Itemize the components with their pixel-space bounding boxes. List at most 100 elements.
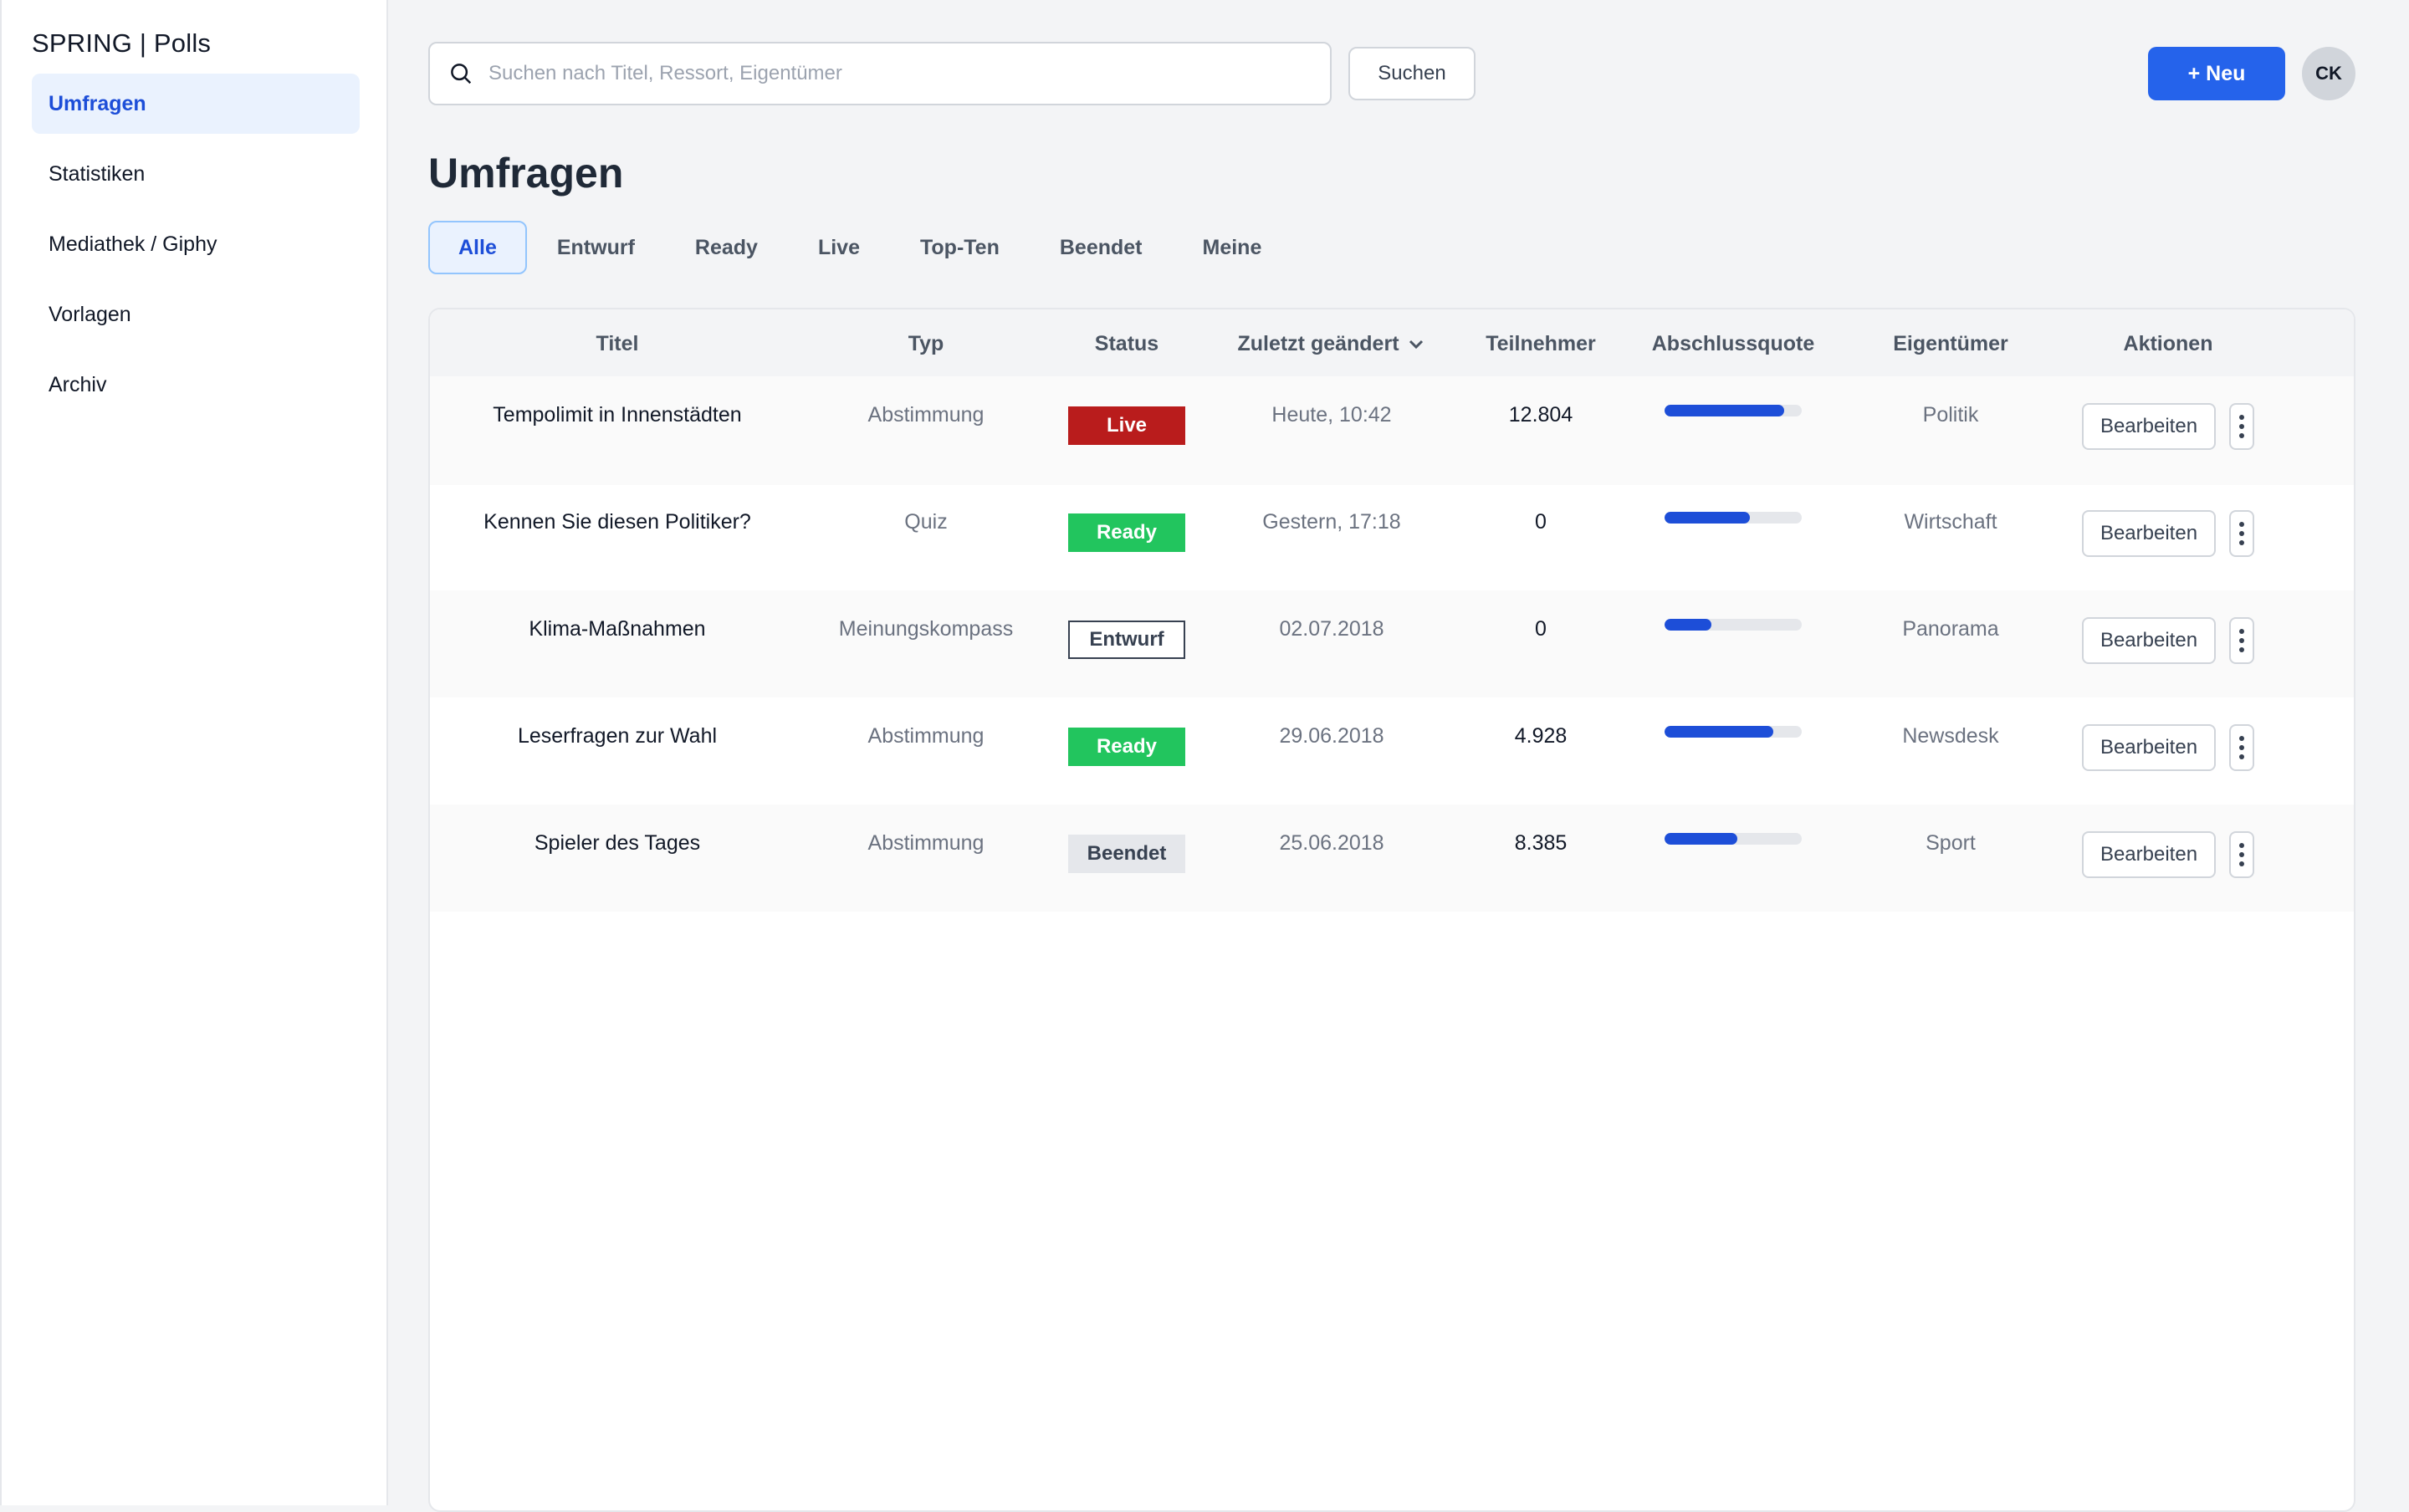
status-badge: Ready xyxy=(1068,513,1185,552)
status-badge: Entwurf xyxy=(1068,621,1185,659)
more-options-icon[interactable] xyxy=(2229,617,2254,664)
poll-owner: Newsdesk xyxy=(1902,724,1999,748)
more-options-icon[interactable] xyxy=(2229,510,2254,557)
tab-ready[interactable]: Ready xyxy=(665,221,788,274)
completion-bar xyxy=(1665,619,1802,631)
tab-top-ten[interactable]: Top-Ten xyxy=(890,221,1030,274)
edit-button[interactable]: Bearbeiten xyxy=(2082,724,2216,771)
column-header-title[interactable]: Titel xyxy=(430,309,805,378)
sidebar-item-vorlagen[interactable]: Vorlagen xyxy=(32,284,360,345)
sidebar-nav: Umfragen Statistiken Mediathek / Giphy V… xyxy=(32,74,360,425)
column-header-changed-label: Zuletzt geändert xyxy=(1237,331,1399,355)
completion-bar xyxy=(1665,512,1802,524)
search-button[interactable]: Suchen xyxy=(1348,47,1476,100)
poll-changed: Gestern, 17:18 xyxy=(1262,510,1401,534)
status-cell: Ready xyxy=(1047,483,1206,590)
table-row: Tempolimit in Innenstädten Abstimmung Li… xyxy=(430,376,2354,485)
poll-title[interactable]: Tempolimit in Innenstädten xyxy=(430,376,805,485)
poll-owner: Politik xyxy=(1922,403,1979,427)
column-header-type[interactable]: Typ xyxy=(805,309,1047,378)
tab-alle[interactable]: Alle xyxy=(428,221,527,274)
table-header: Titel Typ Status Zuletzt geändert Teilne… xyxy=(430,309,2354,378)
column-header-actions: Aktionen xyxy=(2123,331,2213,355)
status-badge: Ready xyxy=(1068,728,1185,766)
poll-participants: 12.804 xyxy=(1508,403,1573,427)
table-row: Spieler des Tages Abstimmung Beendet 25.… xyxy=(430,805,2354,912)
row-actions: Bearbeiten xyxy=(2059,805,2277,912)
page-title: Umfragen xyxy=(428,150,624,197)
poll-title[interactable]: Klima-Maßnahmen xyxy=(430,590,805,697)
avatar[interactable]: CK xyxy=(2302,47,2355,100)
sidebar-item-archiv[interactable]: Archiv xyxy=(32,355,360,415)
poll-owner: Wirtschaft xyxy=(1904,510,1997,534)
polls-table: Titel Typ Status Zuletzt geändert Teilne… xyxy=(428,308,2355,1512)
search-box xyxy=(428,42,1332,105)
filter-tabs: Alle Entwurf Ready Live Top-Ten Beendet … xyxy=(428,221,1291,274)
poll-owner: Sport xyxy=(1926,831,1976,855)
poll-participants: 0 xyxy=(1535,510,1547,534)
completion-bar-fill xyxy=(1665,512,1750,524)
completion-bar xyxy=(1665,726,1802,738)
table-row: Kennen Sie diesen Politiker? Quiz Ready … xyxy=(430,483,2354,590)
row-actions: Bearbeiten xyxy=(2059,376,2277,485)
new-poll-button[interactable]: + Neu xyxy=(2148,47,2285,100)
status-cell: Beendet xyxy=(1047,805,1206,912)
status-cell: Live xyxy=(1047,376,1206,485)
poll-title[interactable]: Leserfragen zur Wahl xyxy=(430,697,805,805)
more-options-icon[interactable] xyxy=(2229,831,2254,878)
sidebar-item-umfragen[interactable]: Umfragen xyxy=(32,74,360,134)
status-cell: Entwurf xyxy=(1047,590,1206,697)
edit-button[interactable]: Bearbeiten xyxy=(2082,510,2216,557)
status-badge: Live xyxy=(1068,406,1185,445)
poll-changed: 29.06.2018 xyxy=(1279,724,1384,748)
column-header-participants[interactable]: Teilnehmer xyxy=(1457,309,1624,378)
poll-type: Meinungskompass xyxy=(838,617,1014,641)
tab-meine[interactable]: Meine xyxy=(1173,221,1292,274)
poll-type: Abstimmung xyxy=(867,724,985,748)
column-header-owner[interactable]: Eigentümer xyxy=(1842,309,2059,378)
column-header-changed[interactable]: Zuletzt geändert xyxy=(1206,309,1457,378)
poll-type: Quiz xyxy=(904,510,948,534)
sidebar-item-mediathek[interactable]: Mediathek / Giphy xyxy=(32,214,360,274)
poll-changed: 02.07.2018 xyxy=(1279,617,1384,641)
poll-participants: 4.928 xyxy=(1514,724,1568,748)
completion-cell xyxy=(1624,697,1842,805)
completion-cell xyxy=(1624,590,1842,697)
completion-cell xyxy=(1624,376,1842,485)
status-badge: Beendet xyxy=(1068,835,1185,873)
more-options-icon[interactable] xyxy=(2229,724,2254,771)
row-actions: Bearbeiten xyxy=(2059,697,2277,805)
completion-cell xyxy=(1624,805,1842,912)
tab-live[interactable]: Live xyxy=(788,221,890,274)
edit-button[interactable]: Bearbeiten xyxy=(2082,403,2216,450)
table-row: Klima-Maßnahmen Meinungskompass Entwurf … xyxy=(430,590,2354,697)
app-brand: SPRING | Polls xyxy=(32,28,212,58)
poll-participants: 8.385 xyxy=(1514,831,1568,855)
sidebar: SPRING | Polls Umfragen Statistiken Medi… xyxy=(0,0,388,1505)
poll-participants: 0 xyxy=(1535,617,1547,641)
table-row: Leserfragen zur Wahl Abstimmung Ready 29… xyxy=(430,697,2354,805)
completion-bar-fill xyxy=(1665,833,1737,845)
completion-bar xyxy=(1665,405,1802,416)
status-cell: Ready xyxy=(1047,697,1206,805)
tab-entwurf[interactable]: Entwurf xyxy=(527,221,665,274)
poll-type: Abstimmung xyxy=(867,403,985,427)
edit-button[interactable]: Bearbeiten xyxy=(2082,617,2216,664)
completion-cell xyxy=(1624,483,1842,590)
completion-bar-fill xyxy=(1665,726,1773,738)
chevron-down-icon xyxy=(1409,340,1423,350)
column-header-status[interactable]: Status xyxy=(1047,309,1206,378)
column-header-completion[interactable]: Abschlussquote xyxy=(1624,309,1842,378)
completion-bar-fill xyxy=(1665,405,1784,416)
completion-bar xyxy=(1665,833,1802,845)
poll-title[interactable]: Kennen Sie diesen Politiker? xyxy=(430,483,805,590)
row-actions: Bearbeiten xyxy=(2059,483,2277,590)
search-icon xyxy=(451,64,472,84)
poll-type: Abstimmung xyxy=(867,831,985,855)
search-input[interactable] xyxy=(488,62,1291,85)
more-options-icon[interactable] xyxy=(2229,403,2254,450)
poll-title[interactable]: Spieler des Tages xyxy=(430,805,805,912)
edit-button[interactable]: Bearbeiten xyxy=(2082,831,2216,878)
tab-beendet[interactable]: Beendet xyxy=(1030,221,1173,274)
sidebar-item-statistiken[interactable]: Statistiken xyxy=(32,144,360,204)
